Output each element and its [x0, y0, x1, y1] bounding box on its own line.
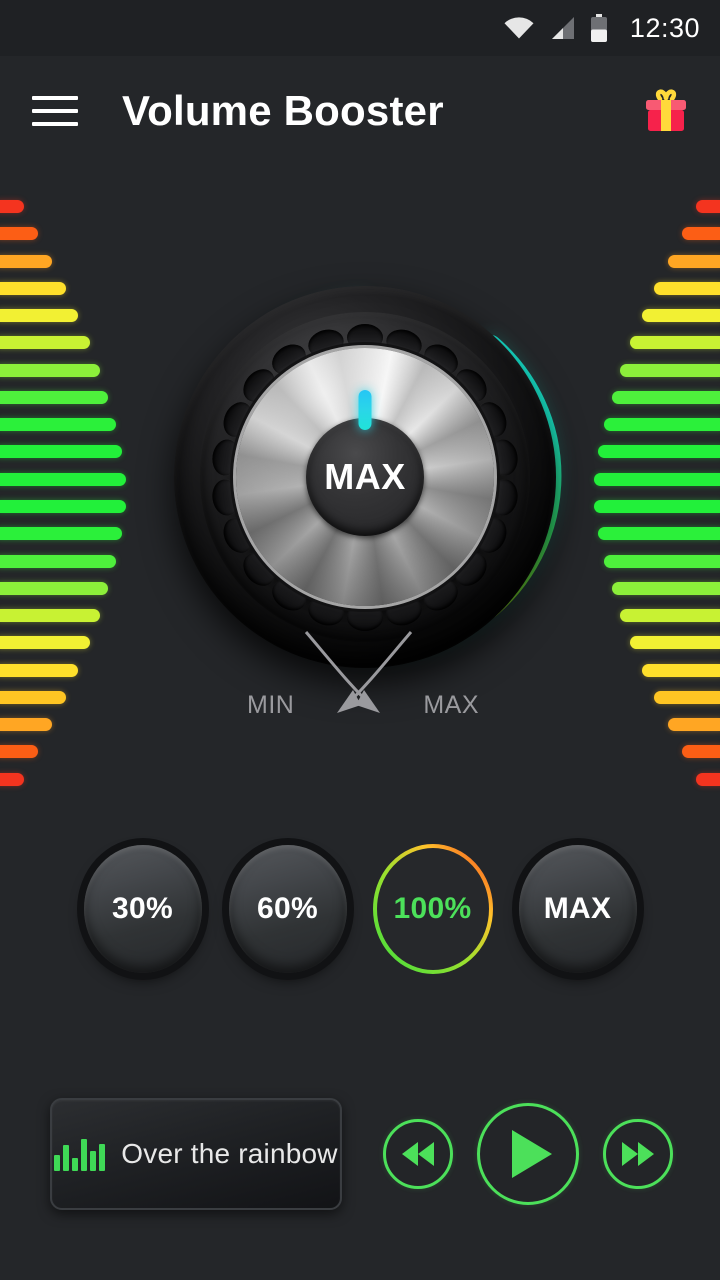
knob-dimple — [347, 324, 383, 351]
triangle-left — [402, 1142, 418, 1166]
cellular-signal-icon — [548, 16, 576, 40]
page-title: Volume Booster — [122, 87, 444, 134]
preset-label: 30% — [112, 892, 173, 925]
max-arrow-icon — [337, 631, 413, 713]
gift-icon[interactable] — [638, 83, 694, 139]
wifi-icon — [504, 17, 534, 39]
preset-button-max[interactable]: MAX — [518, 845, 637, 973]
hamburger-menu-icon[interactable] — [32, 89, 92, 133]
knob-center-hub[interactable]: MAX — [306, 418, 424, 536]
menu-line — [32, 109, 78, 113]
current-track-button[interactable]: Over the rainbow — [50, 1098, 342, 1210]
vu-meter-bar — [0, 227, 38, 241]
preset-label: MAX — [543, 892, 612, 925]
status-time: 12:30 — [629, 12, 700, 43]
vu-meter-bar — [668, 254, 720, 268]
status-bar: 12:30 — [0, 0, 720, 56]
menu-line — [32, 122, 78, 126]
vu-meter-bar — [620, 609, 720, 623]
vu-meter-bar — [612, 390, 720, 404]
volume-booster-app: 12:30 Volume Booster MAX MIN MAX 30% 60%… — [0, 0, 720, 1280]
volume-knob[interactable]: MAX MIN MAX — [125, 250, 595, 720]
vu-meter-bar — [696, 200, 720, 213]
vu-meter-bar — [620, 363, 720, 377]
knob-max-label: MAX — [423, 691, 479, 719]
vu-meter-bar — [668, 718, 720, 732]
knob-dimple — [347, 604, 383, 631]
vu-meter-bar — [0, 772, 24, 786]
vu-meter-bar — [630, 336, 720, 350]
preset-button-30pct[interactable]: 30% — [83, 845, 202, 973]
fast-forward-icon[interactable] — [603, 1119, 673, 1189]
vu-meter-bar — [642, 663, 720, 677]
status-icon-group: 12:30 — [504, 13, 700, 44]
preset-label: 100% — [393, 892, 472, 925]
vu-meter-bar — [604, 554, 720, 568]
knob-center-label: MAX — [324, 456, 406, 497]
vu-meter-bar — [630, 636, 720, 650]
vu-meter-bar — [682, 227, 720, 241]
equalizer-bars-icon — [54, 1137, 106, 1171]
triangle-right — [622, 1142, 638, 1166]
battery-icon — [590, 14, 608, 42]
preset-label: 60% — [257, 892, 318, 925]
vu-meter-bar — [594, 472, 720, 486]
preset-button-60pct[interactable]: 60% — [228, 845, 347, 973]
track-title: Over the rainbow — [121, 1138, 338, 1169]
playback-controls — [382, 1098, 674, 1210]
vu-meter-bar — [0, 200, 24, 213]
vu-meter-bar — [598, 445, 720, 459]
knob-bezel: MAX — [174, 286, 556, 668]
rewind-icon[interactable] — [383, 1119, 453, 1189]
knob-pointer-indicator — [358, 390, 372, 430]
vu-meter-bar — [594, 500, 720, 513]
app-bar: Volume Booster — [0, 56, 720, 166]
triangle-right — [638, 1142, 654, 1166]
vu-meter-bar — [604, 418, 720, 432]
vu-meter-bar — [654, 281, 720, 295]
preset-button-100pct[interactable]: 100% — [372, 844, 493, 974]
play-icon[interactable] — [477, 1103, 579, 1205]
rewind-glyph — [402, 1142, 434, 1166]
vu-meter-bar — [682, 745, 720, 759]
vu-meter-bar — [654, 690, 720, 704]
knob-max-guide: MAX — [331, 628, 479, 720]
vu-meter-right — [594, 196, 720, 796]
vu-meter-bar — [696, 772, 720, 786]
vu-meter-bar — [612, 581, 720, 595]
vu-meter-bar — [642, 309, 720, 323]
vu-meter-bar — [598, 527, 720, 541]
menu-line — [32, 96, 78, 100]
play-triangle — [512, 1130, 552, 1178]
knob-min-label: MIN — [247, 691, 295, 719]
preset-button-row: 30% 60% 100% MAX — [0, 843, 720, 975]
forward-glyph — [622, 1142, 654, 1166]
triangle-left — [418, 1142, 434, 1166]
